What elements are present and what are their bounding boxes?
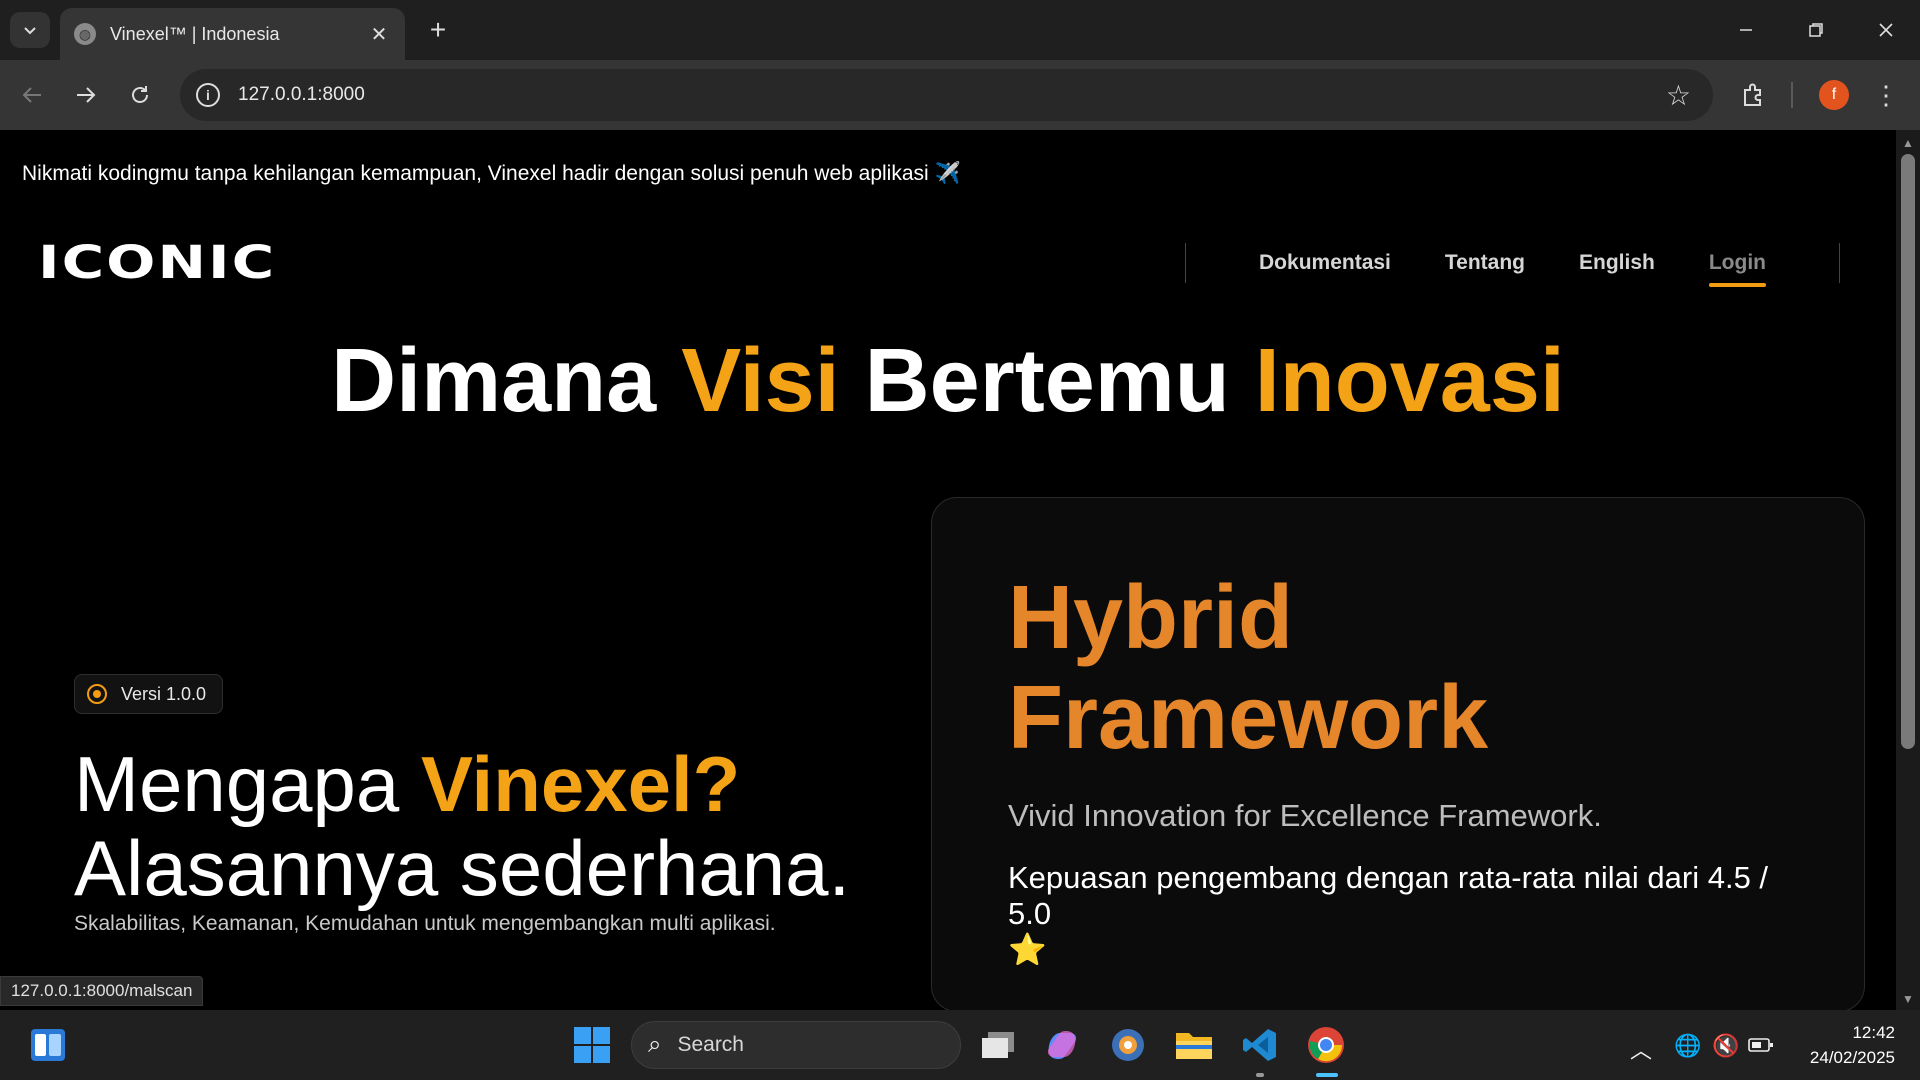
copilot-button[interactable] [1038,1021,1086,1069]
back-button[interactable] [12,75,52,115]
profile-button[interactable]: f [1814,75,1854,115]
why-subtitle: Skalabilitas, Keamanan, Kemudahan untuk … [74,912,776,935]
why-text-line2: Alasannya sederhana. [74,824,851,912]
card-title-line2: Framework [1008,668,1489,768]
url-text[interactable]: 127.0.0.1:8000 [238,84,1666,106]
status-dot-icon [87,684,107,704]
widgets-button[interactable] [24,1021,72,1069]
rating-text: Kepuasan pengembang dengan rata-rata nil… [1008,860,1769,931]
clock-date: 24/02/2025 [1809,1048,1895,1067]
why-heading: Mengapa Vinexel? Alasannya sederhana. [74,742,850,910]
close-window-button[interactable] [1856,8,1916,52]
browser-tab-bar: ◍ Vinexel™ | Indonesia ✕ + [0,0,1920,60]
active-app-indicator [1316,1073,1338,1077]
app-globe-icon [1112,1029,1144,1061]
more-vertical-icon: ⋮ [1873,79,1899,110]
windows-logo-icon [574,1027,610,1063]
battery-shape [1748,1038,1773,1052]
hero-word: Dimana [331,331,682,431]
nav-tentang[interactable]: Tentang [1445,251,1525,275]
folder-icon [1176,1033,1212,1059]
hero-accent-word: Inovasi [1254,331,1565,431]
page-viewport: Nikmati kodingmu tanpa kehilangan kemamp… [0,130,1896,1010]
taskbar-search[interactable]: ⌕ Search [631,1021,961,1069]
arrow-right-icon [77,87,96,103]
scroll-thumb[interactable] [1901,154,1915,749]
minimize-icon [1740,29,1752,31]
file-explorer-button[interactable] [1170,1021,1218,1069]
show-hidden-icons-chevron-icon[interactable]: ︿ [1630,1033,1652,1065]
version-badge: Versi 1.0.0 [74,674,224,714]
reload-button[interactable] [120,75,160,115]
copilot-icon [1047,1030,1077,1060]
taskbar: ⌕ Search ︿ 🌐 🔇 12:42 24/02/2025 [0,1010,1920,1080]
tab-title: Vinexel™ | Indonesia [110,23,280,44]
arrow-left-icon [22,87,41,103]
puzzle-icon [1744,83,1761,106]
widgets-icon [31,1029,65,1061]
tab-close-icon[interactable]: ✕ [367,22,391,47]
toolbar-divider [1791,82,1793,108]
forward-button[interactable] [66,75,106,115]
browser-toolbar: i 127.0.0.1:8000 ☆ f ⋮ [0,60,1920,130]
card-subtitle: Vivid Innovation for Excellence Framewor… [1008,798,1602,833]
search-placeholder: Search [677,1033,744,1056]
menu-button[interactable]: ⋮ [1866,75,1906,115]
reload-icon [132,86,148,103]
why-text: Mengapa [74,740,421,828]
restore-button[interactable] [1786,8,1846,52]
chrome-button[interactable] [1302,1021,1350,1069]
network-globe-icon[interactable]: 🌐 [1674,1033,1701,1059]
chevron-down-icon [24,27,36,35]
vscode-icon [1243,1029,1276,1061]
search-icon: ⌕ [648,1031,662,1058]
extensions-button[interactable] [1734,75,1774,115]
scroll-down-icon[interactable]: ▼ [1902,992,1914,1006]
clock-time: 12:42 [1852,1023,1895,1042]
browser-tab[interactable]: ◍ Vinexel™ | Indonesia ✕ [60,8,405,60]
tab-search-button[interactable] [10,12,50,48]
site-logo[interactable]: ICONIC [38,240,276,285]
bookmark-star-icon[interactable]: ☆ [1666,79,1691,112]
site-info-icon[interactable]: i [196,83,220,107]
new-tab-button[interactable]: + [420,12,456,48]
taskbar-clock[interactable]: 12:42 24/02/2025 [1795,1020,1895,1070]
avatar: f [1819,80,1849,110]
nav-login[interactable]: Login [1708,251,1767,287]
speaker-muted-icon[interactable]: 🔇 [1712,1033,1739,1059]
hero-word: Bertemu [839,331,1255,431]
browser-app-button[interactable] [1104,1021,1152,1069]
card-title: Hybrid Framework [1008,568,1488,768]
running-indicator [1256,1073,1264,1077]
nav-english[interactable]: English [1579,251,1655,275]
version-label: Versi 1.0.0 [121,683,207,704]
announcement-text: Nikmati kodingmu tanpa kehilangan kemamp… [22,162,961,185]
close-icon [1879,23,1893,37]
scroll-up-icon[interactable]: ▲ [1902,136,1914,150]
card-rating: Kepuasan pengembang dengan rata-rata nil… [1008,860,1808,968]
why-accent: Vinexel? [420,740,741,828]
battery-icon[interactable] [1748,1033,1774,1059]
task-view-button[interactable] [974,1021,1022,1069]
chrome-icon [1308,1027,1344,1063]
start-button[interactable] [568,1021,616,1069]
restore-icon [1809,23,1823,37]
hero-title: Dimana Visi Bertemu Inovasi [0,330,1896,433]
globe-icon: ◍ [74,23,96,45]
hero-accent-word: Visi [681,331,840,431]
nav-dokumentasi[interactable]: Dokumentasi [1259,251,1391,275]
page-scrollbar[interactable]: ▲ ▼ [1896,130,1920,1010]
star-icon: ⭐ [1008,932,1047,967]
address-bar[interactable]: i 127.0.0.1:8000 ☆ [180,69,1713,121]
link-status-bar: 127.0.0.1:8000/malscan [0,976,204,1006]
task-view-icon [982,1032,1014,1058]
card-title-line1: Hybrid [1008,568,1294,668]
vscode-button[interactable] [1236,1021,1284,1069]
main-nav: Dokumentasi Tentang English Login [1185,243,1840,287]
minimize-button[interactable] [1716,8,1776,52]
feature-card: Hybrid Framework Vivid Innovation for Ex… [931,497,1865,1010]
